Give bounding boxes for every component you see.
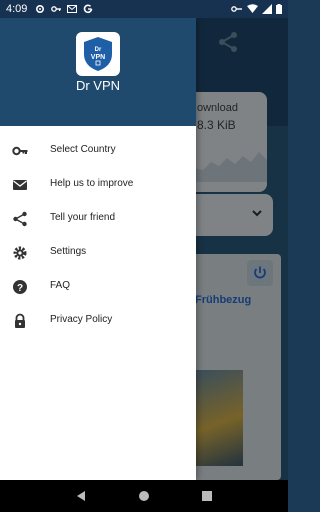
menu-item-select-country[interactable]: Select Country [0,134,196,168]
menu-item-faq[interactable]: ? FAQ [0,270,196,304]
signal-icon [262,4,272,14]
svg-text:?: ? [17,283,23,294]
menu-item-settings[interactable]: Settings [0,236,196,270]
back-icon[interactable] [75,490,87,502]
menu-item-label: Tell your friend [50,212,116,223]
key-icon [51,6,62,12]
recents-icon[interactable] [201,490,213,502]
logo-text-top: Dr [95,47,102,53]
menu-item-tell-friend[interactable]: Tell your friend [0,202,196,236]
share-icon [13,211,27,227]
status-time: 4:09 [6,3,28,15]
google-icon [84,4,93,14]
vpn-key-icon [231,6,242,12]
shield-icon: Dr VPN [84,37,112,71]
home-icon[interactable] [138,490,150,502]
drawer-header: Dr VPN Dr VPN [0,18,196,126]
app-logo: Dr VPN [76,32,120,76]
gear-icon [36,4,45,14]
navigation-drawer: Dr VPN Dr VPN Select Country Help us to … [0,18,196,480]
gear-icon [13,246,27,260]
menu-item-label: Select Country [50,144,116,155]
menu-item-label: Help us to improve [50,178,134,189]
system-nav-bar [0,480,288,512]
menu-item-privacy-policy[interactable]: Privacy Policy [0,304,196,338]
mail-icon [13,180,27,190]
battery-icon [276,4,282,14]
menu-item-label: Privacy Policy [50,314,113,325]
mail-icon [67,5,78,13]
menu-item-label: FAQ [50,280,71,291]
drawer-menu: Select Country Help us to improve Tell y… [0,134,196,338]
menu-item-help-improve[interactable]: Help us to improve [0,168,196,202]
status-bar: 4:09 [0,0,288,18]
app-title: Dr VPN [75,78,121,93]
lock-icon [15,313,25,328]
logo-text-mid: VPN [91,54,105,61]
wifi-icon [247,4,258,13]
menu-item-label: Settings [50,246,87,257]
key-icon [12,146,28,156]
help-icon: ? [13,280,27,294]
